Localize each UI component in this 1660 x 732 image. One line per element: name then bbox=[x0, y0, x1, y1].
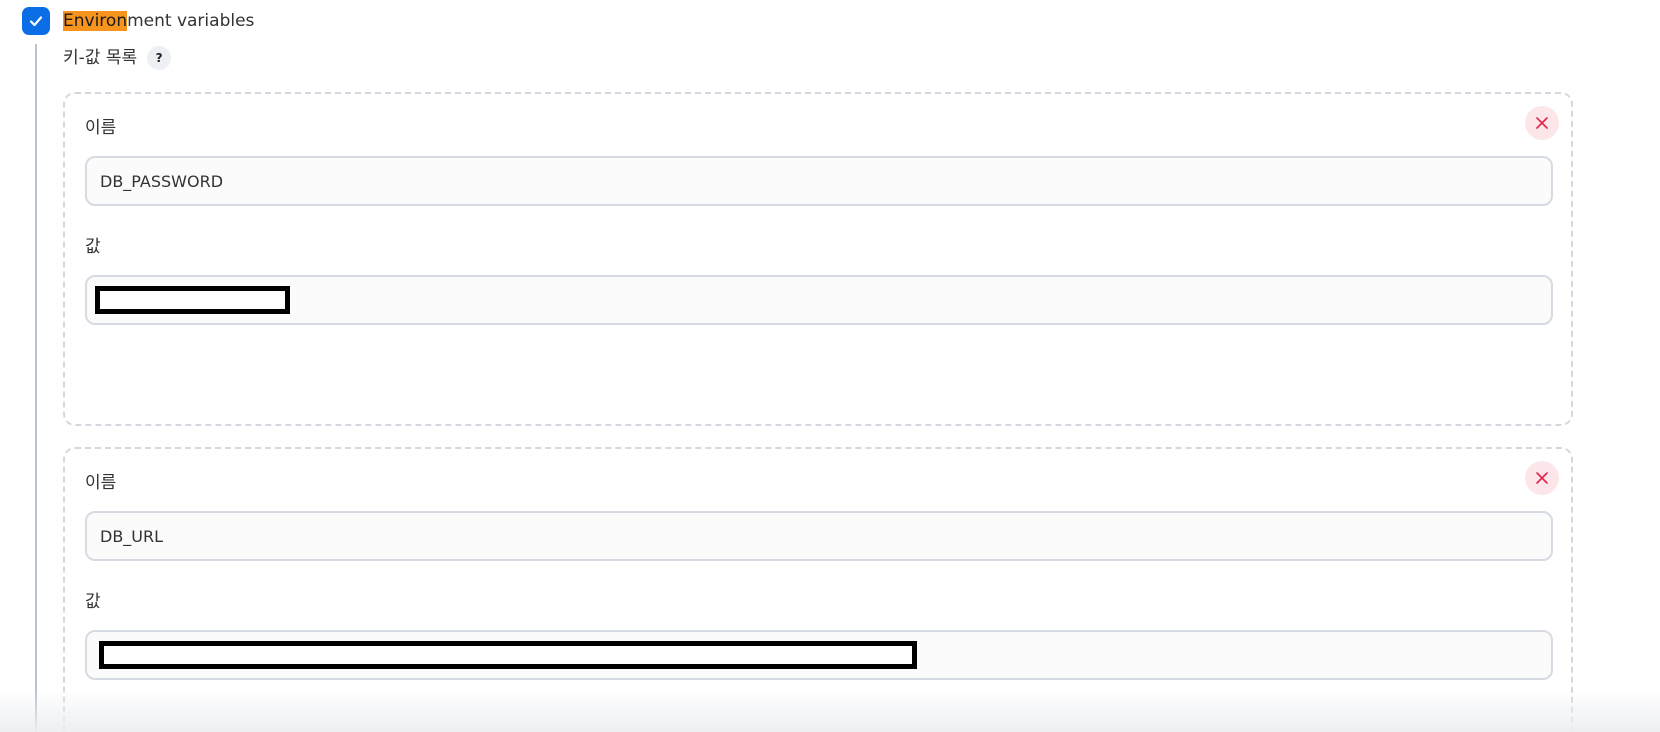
name-input[interactable] bbox=[85, 511, 1553, 561]
close-icon bbox=[1536, 472, 1548, 484]
checkmark-icon bbox=[29, 16, 43, 27]
environment-variables-panel: Environment variables 키-값 목록 ? 이름 값 이름 값 bbox=[0, 0, 1660, 732]
section-title-rest: ment variables bbox=[127, 11, 255, 31]
remove-entry-button[interactable] bbox=[1525, 461, 1559, 495]
name-label: 이름 bbox=[85, 118, 117, 138]
section-title[interactable]: Environment variables bbox=[63, 9, 254, 33]
value-label: 값 bbox=[85, 237, 101, 257]
redaction-box bbox=[99, 641, 917, 669]
key-value-list-text: 키-값 목록 bbox=[63, 48, 138, 68]
close-icon bbox=[1536, 117, 1548, 129]
name-label: 이름 bbox=[85, 473, 117, 493]
env-entry: 이름 값 bbox=[63, 92, 1573, 426]
value-input[interactable] bbox=[85, 275, 1553, 325]
environment-variables-checkbox[interactable] bbox=[22, 7, 50, 35]
help-icon[interactable]: ? bbox=[147, 46, 172, 70]
redaction-box bbox=[95, 286, 290, 314]
key-value-list-label: 키-값 목록 ? bbox=[63, 46, 172, 70]
value-label: 값 bbox=[85, 592, 101, 612]
bottom-fade bbox=[0, 690, 1660, 732]
search-highlight: Environ bbox=[63, 11, 128, 31]
name-input[interactable] bbox=[85, 156, 1553, 206]
remove-entry-button[interactable] bbox=[1525, 106, 1559, 140]
section-rail bbox=[35, 44, 37, 732]
